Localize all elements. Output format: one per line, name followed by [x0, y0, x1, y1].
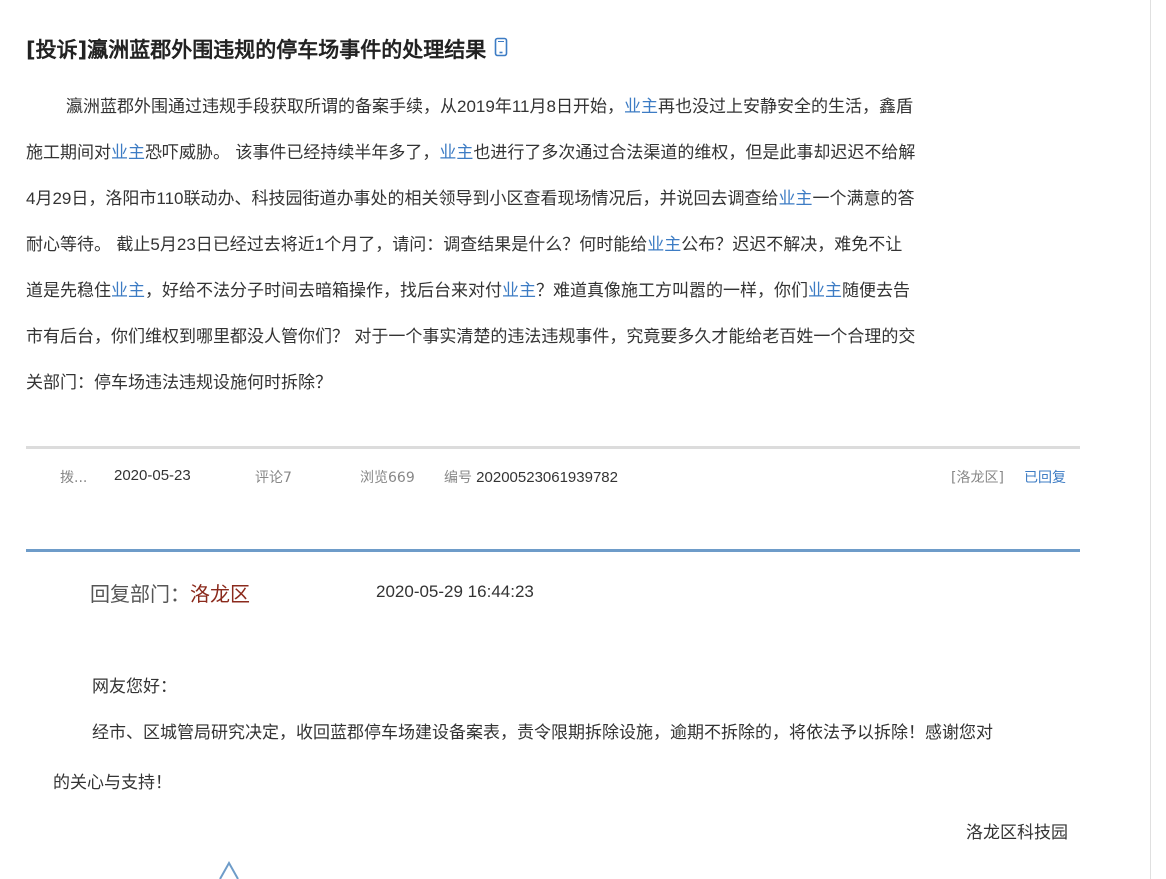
body-text: 再也没过上安静安全的生活，鑫盾	[657, 97, 913, 117]
body-text: 29	[52, 189, 72, 208]
serial-number: 编号 20200523061939782	[444, 467, 618, 487]
body-text: 23	[176, 235, 196, 254]
owner-keyword-link[interactable]: 业主	[808, 281, 842, 301]
reply-dept-label: 回复部门：	[90, 582, 190, 606]
owner-keyword-link[interactable]: 业主	[647, 235, 681, 255]
body-text: 日已经过去将近	[195, 235, 315, 255]
reply-greeting: 网友您好：	[92, 677, 177, 697]
reply-department: 回复部门：洛龙区	[90, 578, 250, 607]
body-text: 道是先稳住	[26, 281, 111, 301]
reply-content-line2: 的关心与支持！	[53, 773, 172, 793]
body-text: 1	[314, 235, 325, 254]
owner-keyword-link[interactable]: 业主	[439, 143, 473, 163]
mobile-phone-icon[interactable]	[494, 37, 508, 62]
complaint-body-line: 市有后台，你们维权到哪里都没人管你们？ 对于一个事实清楚的违法违规事件，究竟要多…	[26, 318, 1080, 364]
complaint-title: [投诉]瀛洲蓝郡外围违规的停车场事件的处理结果	[26, 34, 508, 64]
body-text: 110	[156, 189, 184, 208]
body-text: 恐吓威胁。 该事件已经持续半年多了，	[145, 143, 440, 163]
body-text: 联动办、科技园街道办事处的相关领导到小区查看现场情况后，并说回去调查给	[183, 189, 779, 209]
body-text: 一个满意的答	[812, 189, 915, 209]
owner-keyword-link[interactable]: 业主	[779, 189, 813, 209]
body-text: 5	[150, 235, 160, 254]
body-text: 11	[511, 97, 530, 116]
divider	[26, 446, 1080, 449]
body-text: 公布？迟迟不解决，难免不让	[681, 235, 903, 255]
body-text: 年	[494, 97, 512, 117]
scrollbar[interactable]	[1150, 0, 1151, 879]
owner-keyword-link[interactable]: 业主	[502, 281, 536, 301]
body-text: 施工期间对	[26, 143, 111, 163]
body-text: 市有后台，你们维权到哪里都没人管你们？ 对于一个事实清楚的违法违规事件，究竟要多…	[26, 327, 916, 347]
body-text: 随便去告	[842, 281, 910, 301]
reply-content-line1: 经市、区城管局研究决定，收回蓝郡停车场建设备案表，责令限期拆除设施，逾期不拆除的…	[92, 723, 993, 743]
complaint-title-text: [投诉]瀛洲蓝郡外围违规的停车场事件的处理结果	[26, 38, 487, 62]
complaint-body-line: 关部门：停车场违法违规设施何时拆除？	[26, 364, 1080, 410]
chevron-up-icon[interactable]	[217, 860, 241, 879]
body-text: 日，洛阳市	[71, 189, 157, 209]
reply-status-link[interactable]: 已回复	[1024, 467, 1066, 487]
comment-count[interactable]: 评论7	[255, 467, 292, 487]
body-text: 个月了，请问：调查结果是什么？何时能给	[324, 235, 648, 255]
reply-signature: 洛龙区科技园	[966, 823, 1068, 843]
serial-label: 编号	[444, 470, 472, 486]
reply-dept-name: 洛龙区	[190, 582, 250, 606]
district-tag[interactable]: [洛龙区]	[951, 467, 1004, 487]
body-text: 月	[529, 97, 547, 117]
body-text: 8	[546, 97, 556, 116]
post-date: 2020-05-23	[114, 467, 191, 484]
owner-keyword-link[interactable]: 业主	[111, 143, 145, 163]
body-text: 月	[35, 189, 53, 209]
owner-keyword-link[interactable]: 业主	[111, 281, 145, 301]
reply-time: 2020-05-29 16:44:23	[376, 582, 534, 601]
complaint-body: 瀛洲蓝郡外围通过违规手段获取所谓的备案手续，从2019年11月8日开始，业主再也…	[26, 88, 1080, 410]
body-text: 也进行了多次通过合法渠道的维权，但是此事却迟迟不给解	[473, 143, 916, 163]
complaint-body-line: 道是先稳住业主，好给不法分子时间去暗箱操作，找后台来对付业主？难道真像施工方叫嚣…	[26, 272, 1080, 318]
serial-value: 20200523061939782	[476, 469, 618, 486]
view-count: 浏览669	[360, 470, 415, 486]
body-text: ？难道真像施工方叫嚣的一样，你们	[536, 281, 808, 301]
body-text: 瀛洲蓝郡外围通过违规手段获取所谓的备案手续，从	[66, 97, 457, 117]
body-text: 2019	[457, 97, 495, 116]
reply-divider	[26, 549, 1080, 552]
owner-keyword-link[interactable]: 业主	[624, 97, 658, 117]
complaint-body-line: 4月29日，洛阳市110联动办、科技园街道办事处的相关领导到小区查看现场情况后，…	[26, 180, 1080, 226]
page-container: [投诉]瀛洲蓝郡外围违规的停车场事件的处理结果 瀛洲蓝郡外围通过违规手段获取所谓…	[0, 0, 1080, 879]
body-text: ，好给不法分子时间去暗箱操作，找后台来对付	[145, 281, 502, 301]
body-text: 关部门：停车场违法违规设施何时拆除？	[26, 373, 332, 393]
complaint-body-line: 瀛洲蓝郡外围通过违规手段获取所谓的备案手续，从2019年11月8日开始，业主再也…	[26, 88, 1080, 134]
author-name[interactable]: 拨...	[60, 467, 87, 487]
body-text: 日开始，	[555, 97, 624, 117]
body-text: 月	[159, 235, 177, 255]
complaint-body-line: 施工期间对业主恐吓威胁。 该事件已经持续半年多了，业主也进行了多次通过合法渠道的…	[26, 134, 1080, 180]
complaint-body-line: 耐心等待。 截止5月23日已经过去将近1个月了，请问：调查结果是什么？何时能给业…	[26, 226, 1080, 272]
body-text: 耐心等待。 截止	[26, 235, 151, 255]
